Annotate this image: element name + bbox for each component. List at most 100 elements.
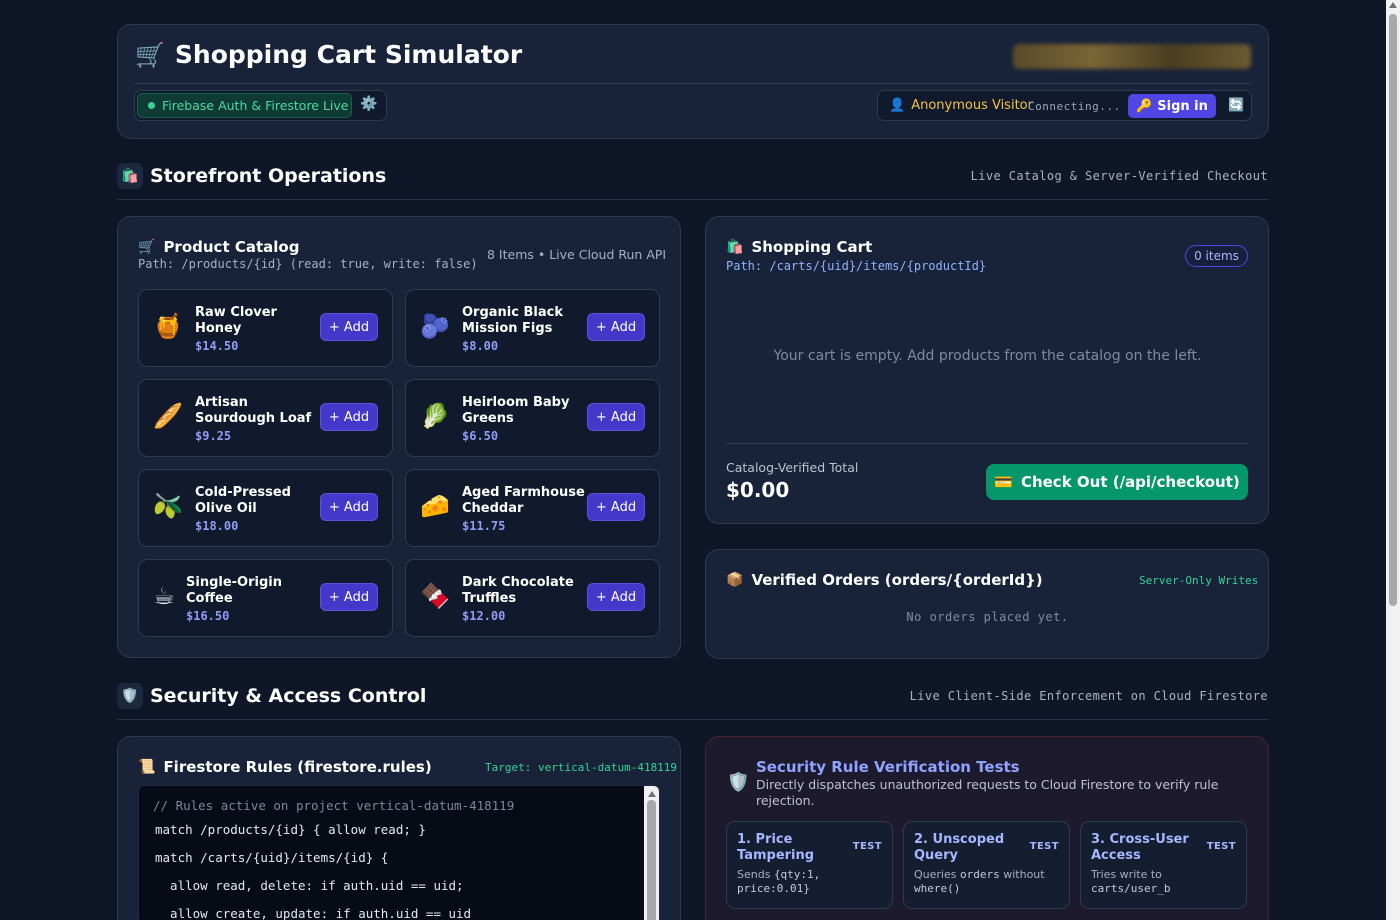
add-to-cart-button[interactable]: + Add — [587, 493, 645, 521]
rules-title: 📜 Firestore Rules (firestore.rules) — [138, 758, 432, 776]
add-to-cart-button[interactable]: + Add — [587, 583, 645, 611]
header-divider — [134, 83, 1252, 84]
rules-target: Target: vertical-datum-418119 — [485, 761, 678, 774]
test-badge: TEST — [1206, 841, 1236, 852]
scroll-up-arrow[interactable] — [1389, 2, 1397, 8]
credit-card-icon: 💳 — [994, 473, 1013, 491]
code-line: allow create, update: if auth.uid == uid — [155, 906, 472, 920]
app-title: 🛒 Shopping Cart Simulator — [135, 40, 522, 69]
add-to-cart-button[interactable]: + Add — [320, 583, 378, 611]
product-emoji-icon: 🫒 — [153, 492, 183, 520]
cart-divider — [726, 443, 1248, 444]
product-emoji-icon: 🧀 — [420, 492, 450, 520]
add-to-cart-button[interactable]: + Add — [587, 403, 645, 431]
product-tile: 🍫 Dark Chocolate Truffles $12.00 + Add — [405, 559, 660, 637]
blurred-region — [1013, 44, 1251, 69]
code-scrollbar-thumb[interactable] — [647, 800, 656, 920]
product-emoji-icon: 🫐 — [420, 312, 450, 340]
tests-title: Security Rule Verification Tests — [756, 758, 1020, 776]
test-desc-code: carts/user_b — [1091, 882, 1171, 895]
code-line: // Rules active on project vertical-datu… — [153, 798, 515, 813]
cart-count-badge: 0 items — [1185, 245, 1248, 267]
cart-empty-message: Your cart is empty. Add products from th… — [773, 348, 1202, 364]
product-emoji-icon: 🍯 — [153, 312, 183, 340]
product-name: Organic Black Mission Figs — [462, 305, 563, 336]
test-description: Queries orders without where() — [914, 868, 1059, 896]
security-divider — [117, 719, 1269, 720]
product-info: Single-Origin Coffee $16.50 — [186, 575, 316, 623]
catalog-title: 🛒 Product Catalog — [138, 238, 299, 256]
product-name: Aged Farmhouse Cheddar — [462, 485, 585, 516]
product-price: $11.75 — [462, 519, 506, 533]
catalog-path: Path: /products/{id} (read: true, write:… — [138, 257, 478, 271]
product-tile: 🥬 Heirloom Baby Greens $6.50 + Add — [405, 379, 660, 457]
checkout-label: Check Out (/api/checkout) — [1020, 473, 1240, 491]
test-desc-text: Queries — [914, 868, 960, 881]
cart-path: Path: /carts/{uid}/items/{productId} — [726, 259, 987, 273]
product-name: Cold-Pressed Olive Oil — [195, 485, 291, 516]
product-price: $14.50 — [195, 339, 239, 353]
add-to-cart-button[interactable]: + Add — [320, 313, 378, 341]
product-price: $16.50 — [186, 609, 230, 623]
orders-title-text: Verified Orders (orders/{orderId}) — [751, 571, 1043, 589]
test-desc-code: where() — [914, 882, 961, 895]
test-badge: TEST — [852, 841, 882, 852]
test-desc-text: Sends — [737, 868, 774, 881]
test-desc-code: orders — [959, 868, 1000, 881]
product-price: $6.50 — [462, 429, 499, 443]
code-line: match /products/{id} { allow read; } — [155, 822, 426, 837]
connection-status-badge: Firebase Auth & Firestore Live — [137, 93, 352, 118]
test-name: 2. Unscoped Query — [914, 832, 1005, 863]
code-scroll-up-arrow[interactable] — [648, 791, 656, 797]
security-subtitle: Live Client-Side Enforcement on Cloud Fi… — [909, 689, 1268, 703]
product-tile: 🫒 Cold-Pressed Olive Oil $18.00 + Add — [138, 469, 393, 547]
user-icon: 👤 — [889, 98, 906, 113]
product-price: $12.00 — [462, 609, 506, 623]
security-test-button[interactable]: 3. Cross-User Access TEST Tries write to c… — [1080, 821, 1247, 909]
storefront-divider — [117, 199, 1269, 200]
status-dot-icon — [148, 102, 155, 109]
product-emoji-icon: 🥖 — [153, 402, 183, 430]
shopping-bags-icon: 🛍️ — [117, 163, 143, 189]
test-description: Tries write to carts/user_b — [1091, 868, 1236, 896]
key-icon: 🔑 — [1136, 98, 1153, 114]
shopping-bags-icon: 🛍️ — [726, 239, 744, 255]
test-desc-text: without — [999, 868, 1045, 881]
checkout-button[interactable]: 💳 Check Out (/api/checkout) — [986, 464, 1248, 500]
gear-icon[interactable]: ⚙️ — [360, 96, 377, 112]
user-label: Anonymous Visitor — [911, 98, 1033, 113]
test-badge: TEST — [1029, 841, 1059, 852]
product-name: Dark Chocolate Truffles — [462, 575, 574, 606]
product-name: Single-Origin Coffee — [186, 575, 282, 606]
package-icon: 📦 — [726, 572, 744, 588]
product-info: Artisan Sourdough Loaf $9.25 — [195, 395, 325, 443]
product-tile: 🍯 Raw Clover Honey $14.50 + Add — [138, 289, 393, 367]
security-test-button[interactable]: 2. Unscoped Query TEST Queries orders with… — [903, 821, 1070, 909]
test-name: 3. Cross-User Access — [1091, 832, 1189, 863]
sign-in-button[interactable]: 🔑 Sign in — [1128, 94, 1216, 118]
total-label: Catalog-Verified Total — [726, 460, 859, 475]
product-name: Artisan Sourdough Loaf — [195, 395, 312, 426]
product-tile: 🧀 Aged Farmhouse Cheddar $11.75 + Add — [405, 469, 660, 547]
add-to-cart-button[interactable]: + Add — [320, 403, 378, 431]
cart-icon: 🛒 — [138, 239, 156, 255]
storefront-title: Storefront Operations — [150, 165, 387, 187]
test-desc-text: Tries write to — [1091, 868, 1162, 881]
security-test-button[interactable]: 1. Price Tampering TEST Sends {qty:1, pric… — [726, 821, 893, 909]
product-price: $18.00 — [195, 519, 239, 533]
shield-icon: 🛡️ — [727, 772, 750, 793]
code-line: match /carts/{uid}/items/{id} { — [155, 850, 389, 865]
orders-empty-message: No orders placed yet. — [906, 610, 1069, 624]
add-to-cart-button[interactable]: + Add — [587, 313, 645, 341]
product-name: Heirloom Baby Greens — [462, 395, 570, 426]
sign-in-label: Sign in — [1157, 98, 1208, 114]
status-label: Firebase Auth & Firestore Live — [162, 98, 349, 113]
cart-title: 🛍️ Shopping Cart — [726, 238, 872, 256]
refresh-icon[interactable]: 🔄 — [1228, 98, 1244, 113]
page-scrollbar-thumb[interactable] — [1389, 14, 1397, 606]
storefront-subtitle: Live Catalog & Server-Verified Checkout — [970, 169, 1268, 183]
rules-code-block[interactable]: // Rules active on project vertical-datu… — [138, 785, 660, 920]
product-emoji-icon: 🥬 — [420, 402, 450, 430]
code-line: allow read, delete: if auth.uid == uid; — [155, 878, 464, 893]
add-to-cart-button[interactable]: + Add — [320, 493, 378, 521]
